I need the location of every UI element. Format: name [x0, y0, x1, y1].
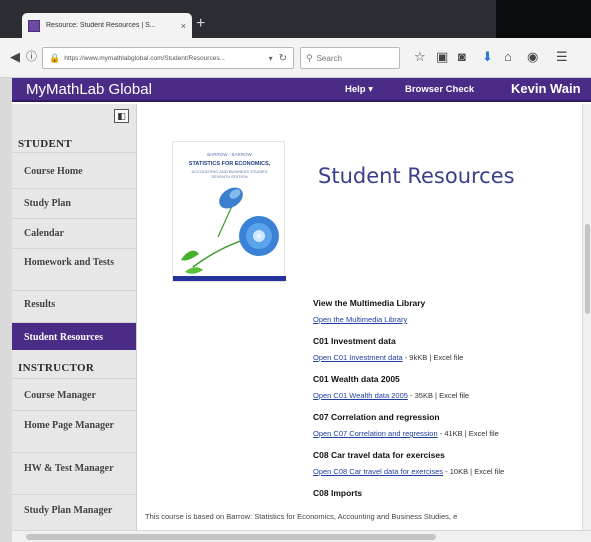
sidebar-item-label: Study Plan Manager: [24, 505, 113, 516]
resource-link[interactable]: Open C08 Car travel data for exercises: [313, 467, 443, 476]
library-icon[interactable]: ▣: [436, 49, 448, 65]
bookmark-star-icon[interactable]: ☆: [414, 49, 426, 65]
window-left-edge: [0, 78, 12, 542]
tab-bar: Resource: Student Resources | S... × +: [0, 0, 591, 38]
navigation-bar: ◀ ⓘ 🔒 https://www.mymathlabglobal.com/St…: [0, 38, 591, 78]
resource-title: C07 Correlation and regression: [313, 412, 440, 422]
reload-icon[interactable]: ↻: [279, 53, 287, 64]
sidebar-item-study-plan-manager[interactable]: Study Plan Manager: [12, 494, 136, 530]
back-arrow-icon[interactable]: ◀: [10, 49, 20, 65]
horizontal-scroll-thumb[interactable]: [26, 534, 436, 540]
help-menu[interactable]: Help ▾: [345, 84, 373, 95]
book-cover: BARROW · BARROW STATISTICS FOR ECONOMICS…: [172, 141, 286, 282]
favicon-icon: [28, 19, 40, 32]
resource-title: C01 Wealth data 2005: [313, 374, 400, 384]
user-name[interactable]: Kevin Wain: [511, 81, 581, 96]
home-icon[interactable]: ⌂: [504, 49, 512, 65]
sidebar-item-homework-and-tests[interactable]: Homework and Tests: [12, 248, 136, 290]
resource-item: C07 Correlation and regression Open C07 …: [313, 411, 591, 441]
search-input[interactable]: [316, 53, 387, 63]
new-tab-button[interactable]: +: [196, 16, 205, 32]
sidebar-item-label: Student Resources: [24, 332, 103, 343]
book-subtitle: ACCOUNTING AND BUSINESS STUDIES SEVENTH …: [191, 169, 268, 179]
resource-list: View the Multimedia Library Open the Mul…: [313, 297, 591, 507]
sidebar-item-label: Home Page Manager: [24, 420, 114, 431]
book-cover-stripe: [173, 276, 286, 281]
site-header: MyMathLab Global Help ▾ Browser Check Ke…: [12, 78, 591, 102]
resource-meta: - 35KB | Excel file: [407, 391, 470, 400]
pocket-icon[interactable]: ◙: [458, 49, 466, 65]
instructor-heading: INSTRUCTOR: [18, 362, 95, 374]
horizontal-scrollbar[interactable]: [12, 530, 591, 542]
main-content: BARROW · BARROW STATISTICS FOR ECONOMICS…: [138, 104, 591, 530]
sidebar-item-hw-test-manager[interactable]: HW & Test Manager: [12, 452, 136, 494]
sidebar-item-calendar[interactable]: Calendar: [12, 218, 136, 248]
sidebar-item-label: Calendar: [24, 228, 64, 239]
url-text: https://www.mymathlabglobal.com/Student/…: [64, 54, 225, 62]
vertical-scroll-thumb[interactable]: [585, 224, 590, 314]
sidebar-item-results[interactable]: Results: [12, 290, 136, 322]
sidebar-item-home-page-manager[interactable]: Home Page Manager: [12, 410, 136, 452]
book-author: BARROW · BARROW: [207, 152, 252, 157]
course-footer-note: This course is based on Barrow: Statisti…: [145, 512, 458, 521]
browser-chrome: Resource: Student Resources | S... × + ◀…: [0, 0, 591, 78]
info-icon[interactable]: ⓘ: [26, 49, 37, 65]
menu-icon[interactable]: ☰: [556, 49, 568, 65]
student-heading: STUDENT: [18, 138, 73, 150]
resource-title: C08 Car travel data for exercises: [313, 450, 445, 460]
resource-meta: - 10KB | Excel file: [443, 467, 505, 476]
resource-meta: - 9kKB | Excel file: [402, 353, 464, 362]
sidebar-item-label: Study Plan: [24, 198, 71, 209]
brand-logo[interactable]: MyMathLab Global: [26, 81, 152, 98]
resource-item: C01 Investment data Open C01 Investment …: [313, 335, 591, 365]
search-icon: ⚲: [306, 52, 313, 63]
sidebar-item-label: Homework and Tests: [24, 257, 115, 268]
lock-icon: 🔒: [49, 52, 61, 63]
sidebar-item-course-home[interactable]: Course Home: [12, 152, 136, 188]
resource-meta: - 41KB | Excel file: [437, 429, 499, 438]
resource-link[interactable]: Open C07 Correlation and regression: [313, 429, 438, 438]
window-corner: [496, 0, 591, 38]
download-icon[interactable]: ⬇: [482, 49, 493, 65]
resource-item: View the Multimedia Library Open the Mul…: [313, 297, 591, 327]
resource-link[interactable]: Open the Multimedia Library: [313, 315, 407, 324]
resource-link[interactable]: Open C01 Wealth data 2005: [313, 391, 408, 400]
resource-title: View the Multimedia Library: [313, 298, 426, 308]
tab-title: Resource: Student Resources | S...: [46, 22, 156, 29]
search-bar[interactable]: ⚲: [300, 47, 400, 69]
sidebar: ◧ STUDENT Course Home Study Plan Calenda…: [12, 104, 137, 530]
resource-title: C08 Imports: [313, 488, 363, 498]
tab-close-icon[interactable]: ×: [181, 21, 186, 31]
sidebar-item-course-manager[interactable]: Course Manager: [12, 378, 136, 410]
browser-tab[interactable]: Resource: Student Resources | S... ×: [22, 13, 192, 38]
collapse-sidebar-icon[interactable]: ◧: [114, 109, 129, 123]
sync-icon[interactable]: ◉: [527, 49, 538, 65]
vertical-scrollbar[interactable]: [582, 104, 591, 530]
url-bar[interactable]: 🔒 https://www.mymathlabglobal.com/Studen…: [42, 47, 294, 69]
page-title: Student Resources: [318, 164, 515, 188]
browser-check-link[interactable]: Browser Check: [405, 84, 474, 95]
resource-link[interactable]: Open C01 Investment data: [313, 353, 403, 362]
sidebar-item-student-resources[interactable]: Student Resources: [12, 322, 136, 350]
sidebar-item-label: HW & Test Manager: [24, 463, 114, 474]
resource-item: C08 Imports: [313, 487, 591, 499]
sidebar-item-label: Results: [24, 299, 56, 310]
book-title: STATISTICS FOR ECONOMICS,: [188, 161, 271, 167]
sidebar-item-label: Course Home: [24, 166, 83, 177]
resource-item: C08 Car travel data for exercises Open C…: [313, 449, 591, 479]
resource-item: C01 Wealth data 2005 Open C01 Wealth dat…: [313, 373, 591, 403]
resource-title: C01 Investment data: [313, 336, 396, 346]
sidebar-item-study-plan[interactable]: Study Plan: [12, 188, 136, 218]
sidebar-item-label: Course Manager: [24, 390, 96, 401]
url-dropdown-icon[interactable]: ▾: [269, 54, 273, 63]
